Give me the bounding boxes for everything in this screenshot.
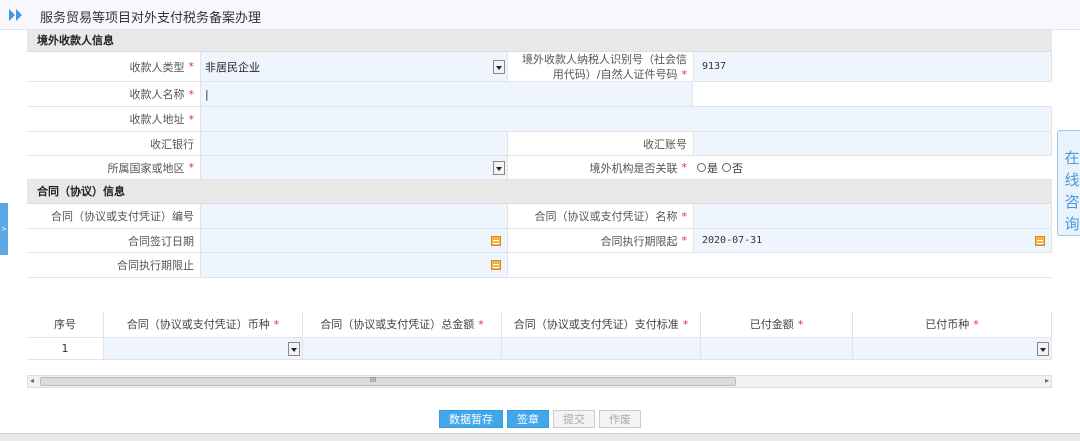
payee-account-label: 收汇账号 (508, 132, 693, 155)
required-mark: * (188, 60, 195, 73)
page-horizontal-scrollbar[interactable] (0, 433, 1080, 441)
payee-taxid-label: 境外收款人纳税人识别号（社会信 用代码）/自然人证件号码 * (508, 52, 693, 81)
row-country: 所属国家或地区 * 境外机构是否关联 * 是 否 (27, 156, 1052, 180)
calendar-icon[interactable] (491, 235, 501, 246)
col-header: 已付币种 * (853, 312, 1052, 338)
col-header: 已付金额 * (701, 312, 853, 338)
dropdown-arrow-icon[interactable] (288, 341, 300, 356)
save-draft-button[interactable]: 数据暂存 (439, 410, 503, 428)
col-header: 合同（协议或支付凭证）总金额 * (303, 312, 502, 338)
paid-currency-select[interactable] (853, 338, 1052, 360)
contract-sign-date-input[interactable] (200, 229, 508, 252)
scrollbar-grip-icon: III (370, 376, 377, 384)
title-bar: 服务贸易等项目对外支付税务备案办理 (0, 0, 1080, 30)
table-row: 1 (27, 338, 1052, 360)
col-header: 序号 (27, 312, 104, 338)
payee-related-radios: 是 否 (693, 156, 1052, 179)
row-bank: 收汇银行 收汇账号 (27, 132, 1052, 156)
row-contract-number: 合同（协议或支付凭证）编号 合同（协议或支付凭证）名称 * (27, 204, 1052, 229)
table-header: 序号 合同（协议或支付凭证）币种 * 合同（协议或支付凭证）总金额 * 合同（协议或… (27, 312, 1052, 338)
payee-address-label: 收款人地址 * (27, 107, 200, 131)
payee-country-label: 所属国家或地区 * (27, 156, 200, 179)
payee-name-label: 收款人名称 * (27, 82, 200, 106)
contract-number-input[interactable] (200, 204, 508, 228)
calendar-icon[interactable] (491, 260, 501, 270)
contract-exec-end-label: 合同执行期限止 (27, 253, 200, 277)
action-bar: 数据暂存 签章 提交 作废 (439, 410, 641, 428)
row-address: 收款人地址 * (27, 107, 1052, 132)
row-contract-dates: 合同签订日期 合同执行期限起 * 2020-07-31 (27, 229, 1052, 253)
payee-country-select[interactable] (200, 156, 508, 179)
payee-related-label: 境外机构是否关联 * (508, 156, 693, 179)
page-title: 服务贸易等项目对外支付税务备案办理 (40, 11, 262, 26)
dropdown-arrow-icon[interactable] (493, 160, 505, 175)
section-header-payee: 境外收款人信息 (27, 30, 1052, 52)
dropdown-arrow-icon[interactable] (493, 59, 505, 74)
sidebar-toggle[interactable]: > (0, 203, 8, 255)
scroll-right-icon[interactable]: ▸ (1045, 376, 1049, 385)
payee-bank-input[interactable] (200, 132, 508, 155)
chevron-right-icon: > (1, 225, 7, 233)
contract-number-label: 合同（协议或支付凭证）编号 (27, 204, 200, 228)
calendar-icon[interactable] (1035, 235, 1045, 246)
payee-name-input[interactable]: | (200, 82, 693, 106)
radio-related-no[interactable] (722, 163, 731, 172)
row-contract-end: 合同执行期限止 (27, 253, 1052, 278)
submit-button[interactable]: 提交 (553, 410, 595, 428)
double-chevron-right-icon (9, 9, 22, 21)
contract-exec-start-input[interactable]: 2020-07-31 (693, 229, 1052, 252)
horizontal-scrollbar[interactable]: ◂ III ▸ (27, 375, 1052, 388)
contract-name-label: 合同（协议或支付凭证）名称 * (508, 204, 693, 228)
dropdown-arrow-icon[interactable] (1037, 341, 1049, 356)
scroll-left-icon[interactable]: ◂ (30, 376, 34, 385)
section-header-contract: 合同（协议）信息 (27, 180, 1052, 204)
online-consult-button[interactable]: 在 线 咨 询 (1057, 130, 1080, 236)
payee-type-label: 收款人类型 * (27, 52, 200, 81)
contract-exec-start-label: 合同执行期限起 * (508, 229, 693, 252)
payee-account-input[interactable] (693, 132, 1052, 155)
payee-address-input[interactable] (200, 107, 1052, 131)
row-type: 收款人类型 * 非居民企业 境外收款人纳税人识别号（社会信 用代码）/自然人证件号… (27, 52, 1052, 82)
col-header: 合同（协议或支付凭证）支付标准 * (502, 312, 701, 338)
payee-bank-label: 收汇银行 (27, 132, 200, 155)
contract-name-input[interactable] (693, 204, 1052, 228)
void-button[interactable]: 作废 (599, 410, 641, 428)
payment-table: 序号 合同（协议或支付凭证）币种 * 合同（协议或支付凭证）总金额 * 合同（协议或… (27, 312, 1052, 360)
payee-form: 境外收款人信息 收款人类型 * 非居民企业 境外收款人纳税人识别号（社会信 用代码… (27, 30, 1052, 278)
payment-standard-input[interactable] (502, 338, 701, 360)
currency-select[interactable] (104, 338, 303, 360)
payee-taxid-input[interactable]: 9137 (693, 52, 1052, 81)
total-amount-input[interactable] (303, 338, 502, 360)
contract-sign-date-label: 合同签订日期 (27, 229, 200, 252)
scrollbar-thumb[interactable] (40, 377, 736, 386)
radio-related-yes[interactable] (697, 163, 706, 172)
col-header: 合同（协议或支付凭证）币种 * (104, 312, 303, 338)
paid-amount-input[interactable] (701, 338, 853, 360)
sign-button[interactable]: 签章 (507, 410, 549, 428)
payee-type-select[interactable]: 非居民企业 (200, 52, 508, 81)
row-index: 1 (27, 338, 104, 360)
contract-exec-end-input[interactable] (200, 253, 508, 277)
text-cursor: | (205, 87, 209, 101)
row-name: 收款人名称 * | (27, 82, 1052, 107)
